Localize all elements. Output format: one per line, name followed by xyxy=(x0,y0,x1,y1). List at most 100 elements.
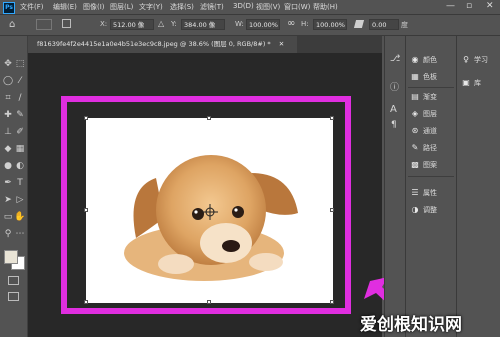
transform-handle-top-left[interactable] xyxy=(84,116,88,120)
lasso-tool-icon[interactable]: ◯ xyxy=(2,75,14,87)
zoom-tool-icon[interactable]: ⚲ xyxy=(2,228,14,240)
document-tab-bar: f81639fe4f2e4415e1a0e4b51e3ec9c8.jpeg @ … xyxy=(27,36,382,53)
width-label: W: xyxy=(235,20,244,28)
menu-edit[interactable]: 编辑(E) xyxy=(53,2,77,12)
path-select-icon[interactable]: ➤ xyxy=(2,194,14,206)
panel-swatches[interactable]: ▦ 色板 xyxy=(410,70,437,84)
quick-mask-icon[interactable] xyxy=(8,276,19,285)
panel-gradients[interactable]: ▤ 渐变 xyxy=(410,90,437,104)
screen-mode-icon[interactable] xyxy=(8,292,19,301)
brush-tool-icon[interactable]: ✎ xyxy=(14,109,26,121)
panel-paths[interactable]: ✎ 路径 xyxy=(410,141,437,155)
marquee-tool-icon[interactable]: ⬚ xyxy=(14,58,26,70)
photoshop-logo: Ps xyxy=(3,2,15,14)
lightbulb-icon: ♀ xyxy=(463,55,469,64)
more-tools-icon[interactable]: ⋯ xyxy=(14,228,26,240)
menu-image[interactable]: 图像(I) xyxy=(83,2,105,12)
maximize-button[interactable]: ▫ xyxy=(466,1,472,11)
document-tab-close-icon[interactable]: ✕ xyxy=(279,40,284,48)
width-field[interactable]: 100.00% xyxy=(246,19,280,30)
y-label: Y: xyxy=(171,20,177,28)
menu-bar: Ps 文件(F) 编辑(E) 图像(I) 图层(L) 文字(Y) 选择(S) 滤… xyxy=(0,0,500,15)
panel-color[interactable]: ◉ 颜色 xyxy=(410,53,438,67)
shape-tool-icon[interactable]: ▭ xyxy=(2,211,14,223)
menu-layer[interactable]: 图层(L) xyxy=(110,2,133,12)
angle-unit: 度 xyxy=(401,21,408,29)
transform-handle-bottom-right[interactable] xyxy=(330,300,334,304)
close-window-button[interactable]: ✕ xyxy=(486,1,494,11)
grid-icon: ▦ xyxy=(411,72,419,81)
panel-adjustments[interactable]: ◑ 调整 xyxy=(410,203,438,217)
quick-select-tool-icon[interactable]: ⁄ xyxy=(14,75,26,87)
menu-select[interactable]: 选择(S) xyxy=(170,2,194,12)
transform-handle-top[interactable] xyxy=(207,116,211,120)
height-field[interactable]: 100.00% xyxy=(313,19,347,30)
type-tool-icon[interactable]: T xyxy=(14,177,26,189)
panel-patterns[interactable]: ▩ 图案 xyxy=(410,158,437,172)
document-tab-title: f81639fe4f2e4415e1a0e4b51e3ec9c8.jpeg @ … xyxy=(37,40,271,48)
pen-tool-icon[interactable]: ✒ xyxy=(2,177,14,189)
character-icon[interactable]: A xyxy=(390,104,397,115)
panel-dock-main: ◉ 颜色 ▦ 色板 ▤ 渐变 ◈ 图层 ⊛ 通道 ✎ 路径 ▩ 图案 ☰ 属性 ◑ 调整 xyxy=(405,36,456,337)
transform-handle-left[interactable] xyxy=(84,208,88,212)
hand-tool-icon[interactable]: ✋ xyxy=(14,211,26,223)
direct-select-icon[interactable]: ▷ xyxy=(14,194,26,206)
x-label: X: xyxy=(100,20,108,28)
panel-libraries[interactable]: ▣ 库 xyxy=(461,76,481,90)
minimize-button[interactable]: — xyxy=(446,1,455,11)
menu-type[interactable]: 文字(Y) xyxy=(139,2,163,12)
move-tool-preset-icon[interactable] xyxy=(36,19,52,30)
y-position-field[interactable]: 384.00 像 xyxy=(181,19,225,30)
menu-help[interactable]: 帮助(H) xyxy=(313,2,338,12)
menu-view[interactable]: 视图(V) xyxy=(256,2,280,12)
paragraph-icon[interactable]: ¶ xyxy=(391,120,397,130)
history-icon[interactable]: ⎇ xyxy=(390,54,400,64)
paths-icon: ✎ xyxy=(411,143,419,152)
channels-icon: ⊛ xyxy=(411,126,419,135)
healing-brush-icon[interactable]: ✚ xyxy=(2,109,14,121)
eraser-tool-icon[interactable]: ◆ xyxy=(2,143,14,155)
library-icon: ▣ xyxy=(462,78,470,87)
crop-tool-icon[interactable]: ⌗ xyxy=(2,92,14,104)
options-bar: ⌂ X: 512.00 像 △ Y: 384.00 像 W: 100.00% ∞… xyxy=(0,15,500,36)
panel-layers[interactable]: ◈ 图层 xyxy=(410,107,437,121)
delta-icon[interactable]: △ xyxy=(158,19,164,28)
dodge-tool-icon[interactable]: ◐ xyxy=(14,160,26,172)
x-position-field[interactable]: 512.00 像 xyxy=(110,19,154,30)
transform-handle-top-right[interactable] xyxy=(330,116,334,120)
menu-window[interactable]: 窗口(W) xyxy=(284,2,310,12)
history-brush-icon[interactable]: ✐ xyxy=(14,126,26,138)
menu-file[interactable]: 文件(F) xyxy=(20,2,44,12)
document-image[interactable] xyxy=(84,116,334,304)
transform-handle-bottom-left[interactable] xyxy=(84,300,88,304)
watermark-text: 爱创根知识网 xyxy=(360,315,462,335)
foreground-color-swatch[interactable] xyxy=(4,250,18,264)
blur-tool-icon[interactable]: ● xyxy=(2,160,14,172)
transform-handle-right[interactable] xyxy=(330,208,334,212)
gradient-tool-icon[interactable]: ▦ xyxy=(14,143,26,155)
puppy-image xyxy=(124,155,298,281)
reference-point-icon[interactable] xyxy=(62,19,71,28)
separator xyxy=(408,87,454,88)
adjustments-icon: ◑ xyxy=(411,205,419,214)
menu-filter[interactable]: 滤镜(T) xyxy=(200,2,224,12)
tools-panel: ✥ ⬚ ◯ ⁄ ⌗ / ✚ ✎ ⊥ ✐ ◆ ▦ ● ◐ ✒ T ➤ ▷ ▭ ✋ … xyxy=(0,36,28,337)
link-icon[interactable]: ∞ xyxy=(287,18,295,29)
panel-dock-secondary: ♀ 学习 ▣ 库 xyxy=(456,36,500,337)
clone-stamp-icon[interactable]: ⊥ xyxy=(2,126,14,138)
layers-icon: ◈ xyxy=(411,109,419,118)
panel-learn[interactable]: ♀ 学习 xyxy=(461,53,488,67)
eyedropper-tool-icon[interactable]: / xyxy=(14,92,26,104)
home-icon[interactable]: ⌂ xyxy=(9,19,15,30)
transform-handle-bottom[interactable] xyxy=(207,300,211,304)
menu-3d[interactable]: 3D(D) xyxy=(233,2,254,10)
height-label: H: xyxy=(301,20,309,28)
palette-icon: ◉ xyxy=(411,55,419,64)
properties-icon: ☰ xyxy=(411,188,419,197)
info-icon[interactable]: ⓘ xyxy=(390,80,399,93)
panel-channels[interactable]: ⊛ 通道 xyxy=(410,124,437,138)
move-tool-icon[interactable]: ✥ xyxy=(2,58,14,70)
document-tab[interactable]: f81639fe4f2e4415e1a0e4b51e3ec9c8.jpeg @ … xyxy=(27,36,297,53)
angle-field[interactable]: 0.00 xyxy=(369,19,399,30)
panel-properties[interactable]: ☰ 属性 xyxy=(410,186,437,200)
